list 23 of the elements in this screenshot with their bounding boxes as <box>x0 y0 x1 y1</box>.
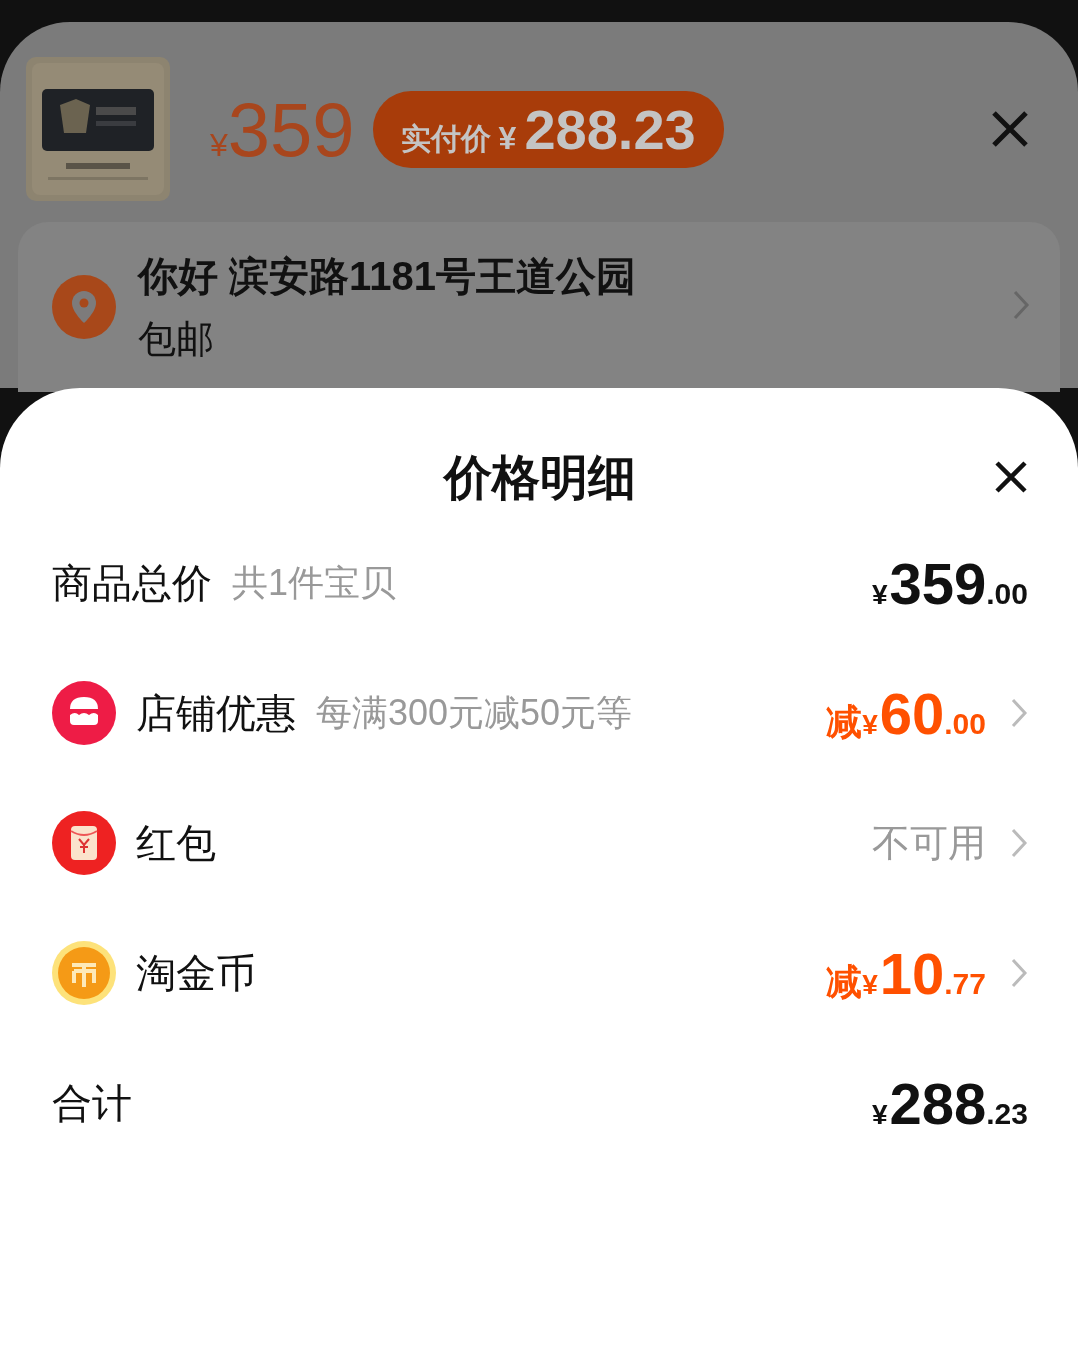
product-price: ¥359 <box>210 85 355 173</box>
sheet-title: 价格明细 <box>444 450 636 506</box>
address-card[interactable]: 你好 滨安路1181号王道公园 包邮 <box>18 222 1060 392</box>
paid-price-badge: 实付价 ¥288.23 <box>372 90 724 168</box>
row-label: 淘金币 <box>136 949 256 997</box>
amount-text: 减¥10.77 <box>826 939 986 1007</box>
amount-text: 减¥60.00 <box>826 679 986 747</box>
amount-text: ¥359.00 <box>871 549 1028 617</box>
store-icon <box>52 681 116 745</box>
value-text: 不可用 <box>872 820 986 866</box>
envelope-icon <box>52 811 116 875</box>
shipping-text: 包邮 <box>138 317 215 362</box>
row-label: 红包 <box>136 819 216 867</box>
row-label: 商品总价 <box>52 559 212 607</box>
amount-text: ¥288.23 <box>871 1069 1028 1137</box>
location-pin-icon <box>52 275 116 339</box>
address-text: 你好 滨安路1181号王道公园 <box>138 253 636 300</box>
coin-icon <box>52 941 116 1005</box>
row-note: 共1件宝贝 <box>232 560 397 605</box>
row-note: 每满300元减50元等 <box>316 690 633 735</box>
row-label: 店铺优惠 <box>136 689 296 737</box>
row-label: 合计 <box>52 1079 132 1127</box>
close-icon[interactable] <box>994 460 1028 494</box>
